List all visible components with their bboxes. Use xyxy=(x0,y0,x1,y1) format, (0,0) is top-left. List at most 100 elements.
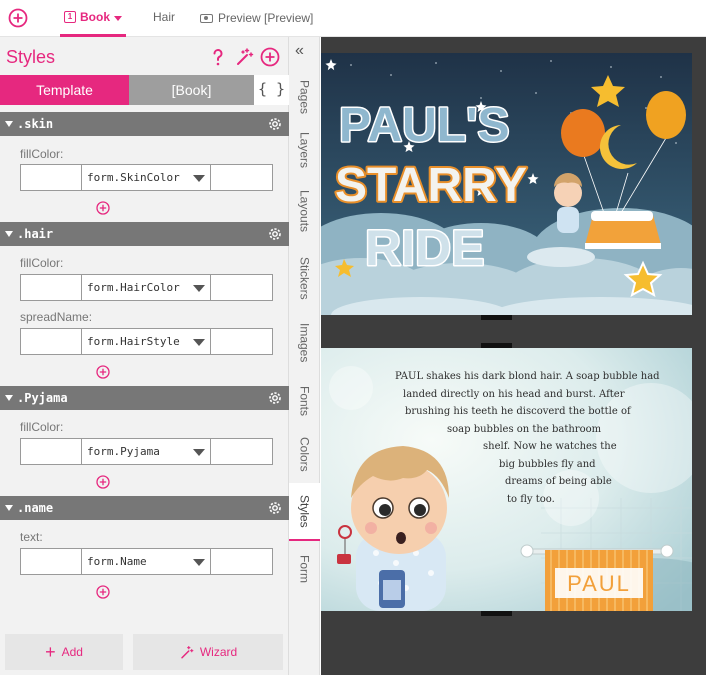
tab-layers[interactable]: Layers xyxy=(289,125,320,175)
magic-wand-icon xyxy=(179,645,194,660)
tab-label: Stickers xyxy=(297,256,312,300)
tab-label: Styles xyxy=(297,494,312,528)
tab-book-label: Book xyxy=(80,10,110,24)
value-select[interactable]: form.Pyjama xyxy=(82,438,210,465)
page-number-icon: 1 xyxy=(64,11,76,23)
value-select[interactable]: form.HairColor xyxy=(82,274,210,301)
tab-label: Pages xyxy=(297,79,312,115)
question-icon[interactable] xyxy=(208,47,228,67)
field-label: fillColor: xyxy=(20,256,64,270)
story-line: PAUL shakes his dark blond hair. A soap … xyxy=(395,371,660,382)
tab-stickers[interactable]: Stickers xyxy=(289,247,320,309)
select-value: form.Name xyxy=(87,555,147,568)
cover-illustration: PAUL'S STARRY RIDE xyxy=(291,53,706,333)
style-row: form.Name xyxy=(20,548,273,575)
tab-label: Layouts xyxy=(297,189,312,233)
value-select[interactable]: form.SkinColor xyxy=(82,164,210,191)
wizard-button-label: Wizard xyxy=(199,645,238,659)
value-select[interactable]: form.Name xyxy=(82,548,210,575)
extra-input[interactable] xyxy=(210,274,273,301)
tab-hair[interactable]: Hair xyxy=(140,0,188,37)
selector-input[interactable] xyxy=(20,328,82,355)
tab-label: Form xyxy=(297,555,312,583)
chevron-down-icon xyxy=(193,339,205,346)
gear-icon[interactable] xyxy=(267,116,283,132)
top-toolbar: 1 Book Hair Preview [Preview] xyxy=(0,0,706,37)
book-spread-page[interactable]: PAUL PAUL shakes his dark blond hair. A … xyxy=(321,348,692,611)
add-button[interactable]: + Add xyxy=(5,634,123,670)
field-label: fillColor: xyxy=(20,420,64,434)
section-header-skin[interactable]: .skin xyxy=(0,112,289,136)
collapse-panel-icon[interactable]: « xyxy=(295,43,304,59)
value-select[interactable]: form.HairStyle xyxy=(82,328,210,355)
plus-circle-icon[interactable] xyxy=(260,47,280,67)
story-line: brushing his teeth he discoverd the bott… xyxy=(405,406,631,417)
collapse-triangle-icon[interactable] xyxy=(5,121,13,127)
extra-input[interactable] xyxy=(210,438,273,465)
section-name: .name xyxy=(17,501,54,515)
extra-input[interactable] xyxy=(210,548,273,575)
story-line: soap bubbles on the bathroom xyxy=(447,423,602,435)
bottom-actions: + Add Wizard xyxy=(0,634,289,675)
preview-icon xyxy=(200,14,213,23)
code-braces-icon[interactable]: { } xyxy=(254,75,289,105)
plus-circle-icon[interactable] xyxy=(8,8,28,28)
template-tab[interactable]: Template xyxy=(0,75,129,105)
cover-title-line-2: STARRY xyxy=(335,159,527,212)
tab-colors[interactable]: Colors xyxy=(289,430,320,478)
field-label: fillColor: xyxy=(20,147,64,161)
book-tab[interactable]: [Book] xyxy=(129,75,254,105)
field-label: text: xyxy=(20,530,43,544)
section-header-hair[interactable]: .hair xyxy=(0,222,289,246)
story-line: dreams of being able xyxy=(505,476,612,487)
plus-icon: + xyxy=(45,642,56,662)
extra-input[interactable] xyxy=(210,328,273,355)
collapse-triangle-icon[interactable] xyxy=(5,231,13,237)
story-line: big bubbles fly and xyxy=(499,458,596,470)
story-line: landed directly on his head and burst. A… xyxy=(403,388,625,400)
selector-input[interactable] xyxy=(20,438,82,465)
collapse-triangle-icon[interactable] xyxy=(5,505,13,511)
selector-input[interactable] xyxy=(20,548,82,575)
tab-book[interactable]: 1 Book xyxy=(60,0,126,37)
story-text: PAUL shakes his dark blond hair. A soap … xyxy=(395,368,660,508)
chevron-down-icon xyxy=(114,15,122,21)
wizard-button[interactable]: Wizard xyxy=(133,634,283,670)
canvas-area: PAUL'S STARRY RIDE PAUL PAUL shakes his … xyxy=(291,37,706,675)
collapse-triangle-icon[interactable] xyxy=(5,395,13,401)
select-value: form.Pyjama xyxy=(87,445,160,458)
magic-wand-icon[interactable] xyxy=(234,47,254,67)
tab-layouts[interactable]: Layouts xyxy=(289,183,320,239)
tab-preview[interactable]: Preview [Preview] xyxy=(200,0,313,37)
add-field-icon[interactable] xyxy=(96,201,110,215)
tab-pages[interactable]: Pages xyxy=(289,73,320,121)
extra-input[interactable] xyxy=(210,164,273,191)
selector-input[interactable] xyxy=(20,164,82,191)
add-field-icon[interactable] xyxy=(96,585,110,599)
tab-preview-label: Preview [Preview] xyxy=(218,11,314,25)
style-row: form.HairColor xyxy=(20,274,273,301)
tab-images[interactable]: Images xyxy=(289,315,320,371)
section-header-name[interactable]: .name xyxy=(0,496,289,520)
gear-icon[interactable] xyxy=(267,226,283,242)
section-header-pyjama[interactable]: .Pyjama xyxy=(0,386,289,410)
select-value: form.HairColor xyxy=(87,281,180,294)
selector-input[interactable] xyxy=(20,274,82,301)
mode-segment: Template [Book] { } xyxy=(0,75,289,105)
style-row: form.Pyjama xyxy=(20,438,273,465)
section-name: .hair xyxy=(17,227,54,241)
gear-icon[interactable] xyxy=(267,500,283,516)
add-field-icon[interactable] xyxy=(96,365,110,379)
vertical-tabs: « Pages Layers Layouts Stickers Images F… xyxy=(289,37,320,675)
chevron-down-icon xyxy=(193,175,205,182)
tab-fonts[interactable]: Fonts xyxy=(289,377,320,425)
add-field-icon[interactable] xyxy=(96,475,110,489)
add-button-label: Add xyxy=(61,645,83,659)
chevron-down-icon xyxy=(193,285,205,292)
gear-icon[interactable] xyxy=(267,390,283,406)
book-spread-cover[interactable]: PAUL'S STARRY RIDE xyxy=(291,53,706,333)
tab-form[interactable]: Form xyxy=(289,545,320,593)
tab-styles[interactable]: Styles xyxy=(289,483,320,541)
page-divider-tick xyxy=(481,315,512,320)
field-label: spreadName: xyxy=(20,310,93,324)
